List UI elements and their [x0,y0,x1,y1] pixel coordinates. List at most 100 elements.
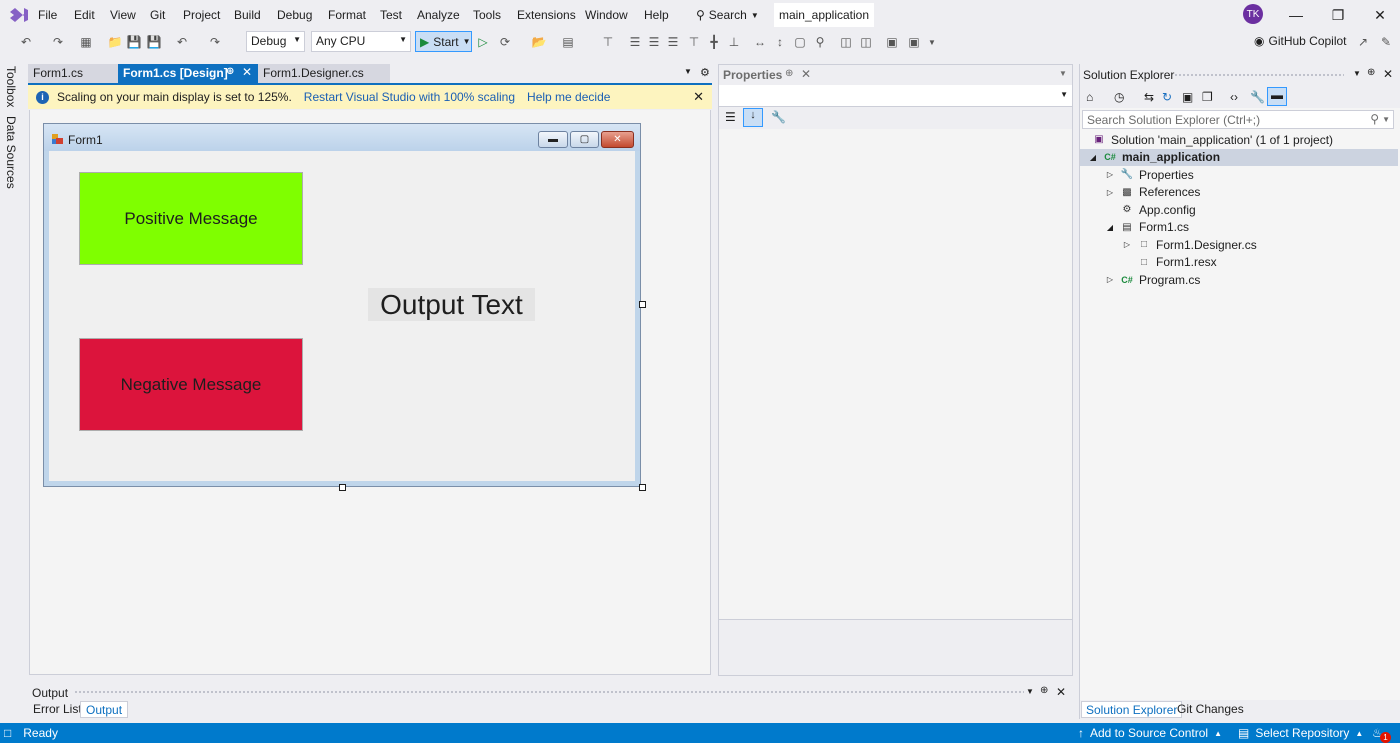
menu-extensions[interactable]: Extensions [517,8,576,22]
start-without-debugging-icon[interactable]: ▷ [475,34,491,50]
menu-build[interactable]: Build [234,8,261,22]
resize-handle-right[interactable] [639,301,646,308]
history-icon[interactable]: ◷ [1114,90,1124,104]
minimize-window-button[interactable]: — [1286,5,1306,25]
menu-help[interactable]: Help [644,8,669,22]
menu-view[interactable]: View [110,8,136,22]
redo-icon[interactable]: ↷ [207,34,223,50]
data-sources-tab[interactable]: Data Sources [4,116,18,189]
tab-git-changes[interactable]: Git Changes [1173,701,1248,718]
size-to-grid-icon[interactable]: ▢ [792,34,808,50]
wrench-icon[interactable]: 🔧 [771,110,786,124]
hot-reload-icon[interactable]: ⟳ [497,34,513,50]
feedback-icon[interactable]: ↗ [1355,34,1371,50]
live-share-icon[interactable]: ✎ [1378,34,1394,50]
start-debugging-button[interactable]: ▶ Start ▼ [415,31,472,52]
panel-options-icon[interactable]: ▼ [1353,69,1361,78]
align-bottom-icon[interactable]: ⊥ [726,34,742,50]
tab-list-dropdown-icon[interactable]: ▼ [684,67,692,76]
tree-item[interactable]: ◢ C# main_application [1080,148,1398,166]
help-me-decide-link[interactable]: Help me decide [527,90,610,104]
menu-analyze[interactable]: Analyze [417,8,460,22]
restart-100-scaling-link[interactable]: Restart Visual Studio with 100% scaling [304,90,515,104]
menu-test[interactable]: Test [380,8,402,22]
menu-project[interactable]: Project [183,8,220,22]
save-icon[interactable]: 💾 [126,34,142,50]
tree-item[interactable]: ▷ 🔧 Properties [1080,166,1398,183]
collapsed-arrow-icon[interactable]: ▷ [1105,188,1115,197]
align-top-icon[interactable]: ⊤ [686,34,702,50]
tree-item[interactable]: ▷ ▩ References [1080,184,1398,201]
gear-icon[interactable]: ⚙ [700,66,710,79]
align-left-icon[interactable]: ☰ [627,34,643,50]
menu-edit[interactable]: Edit [74,8,95,22]
categorized-icon[interactable]: ☰ [725,110,736,124]
save-all-icon[interactable]: 💾 [146,34,162,50]
tab-form1-designer-cs[interactable]: Form1.Designer.cs [258,64,390,83]
menu-tools[interactable]: Tools [473,8,501,22]
show-all-files-icon[interactable]: ❐ [1202,90,1213,104]
tree-item[interactable]: ▷ C# Program.cs [1080,271,1398,288]
navigate-back-icon[interactable]: ↶ [18,34,34,50]
form1-title-bar[interactable]: Form1 ▬ ▢ ✕ [44,124,640,151]
tree-item[interactable]: ⚙ App.config [1080,201,1398,218]
close-window-button[interactable]: ✕ [1370,5,1390,25]
toolbox-tab[interactable]: Toolbox [4,66,18,107]
form-maximize-button[interactable]: ▢ [570,131,599,148]
undo-icon[interactable]: ↶ [174,34,190,50]
horizontal-spacing-icon[interactable]: ◫ [838,34,854,50]
search-button[interactable]: ⚲ Search ▼ [690,4,765,26]
expanded-arrow-icon[interactable]: ◢ [1088,153,1098,162]
align-right-icon[interactable]: ☰ [665,34,681,50]
vertical-spacing-icon[interactable]: ◫ [858,34,874,50]
tab-form1-design[interactable]: Form1.cs [Design] ⊕ ✕ [118,64,258,83]
new-project-icon[interactable]: ▦ [78,34,94,50]
preview-selected-items-icon[interactable]: ▬ [1267,87,1287,106]
pin-icon[interactable]: ⊕ [1040,685,1048,696]
panel-options-icon[interactable]: ▼ [1059,69,1067,78]
tree-item[interactable]: □ Form1.resx [1080,254,1398,271]
tab-error-list[interactable]: Error List [28,701,87,718]
close-icon[interactable]: ✕ [801,67,811,81]
restore-window-button[interactable]: ❐ [1328,5,1348,25]
resize-handle-bottom-right[interactable] [639,484,646,491]
toolbar-overflow-icon[interactable]: ▼ [924,34,940,50]
form-close-button[interactable]: ✕ [601,131,634,148]
make-same-height-icon[interactable]: ↕ [772,34,788,50]
home-icon[interactable]: ⌂ [1086,90,1093,104]
pin-icon[interactable]: ⊕ [785,68,793,79]
browse-icon[interactable]: 📂 [531,34,547,50]
make-same-width-icon[interactable]: ↔ [752,34,768,50]
menu-debug[interactable]: Debug [277,8,312,22]
collapsed-arrow-icon[interactable]: ▷ [1105,170,1115,179]
align-icon[interactable]: ⊤ [600,34,616,50]
notifications-button[interactable]: ♨ 1 [1372,726,1391,743]
pin-icon[interactable]: ⊕ [1367,67,1375,78]
open-folder-icon[interactable]: 📁 [107,34,123,50]
tree-item[interactable]: ▣ Solution 'main_application' (1 of 1 pro… [1080,131,1398,148]
menu-format[interactable]: Format [328,8,366,22]
menu-git[interactable]: Git [150,8,165,22]
bring-to-front-icon[interactable]: ▣ [884,34,900,50]
avatar[interactable]: TK [1243,4,1263,24]
object-selector[interactable]: ▼ [719,85,1072,107]
solution-platform-select[interactable]: Any CPU ▼ [311,31,411,52]
form-minimize-button[interactable]: ▬ [538,131,568,148]
panel-options-icon[interactable]: ▼ [1026,687,1034,696]
select-repository-button[interactable]: ▤ Select Repository ▲ [1238,726,1363,740]
zoom-icon[interactable]: ⚲ [812,34,828,50]
alphabetical-icon[interactable]: ↓ [743,108,763,127]
close-icon[interactable]: ✕ [242,65,252,79]
menu-file[interactable]: File [38,8,57,22]
tab-form1-cs[interactable]: Form1.cs [28,64,118,83]
tab-output[interactable]: Output [80,701,129,718]
collapse-all-icon[interactable]: ▣ [1182,90,1193,104]
github-copilot-button[interactable]: ◉ GitHub Copilot [1254,34,1347,48]
close-icon[interactable]: ✕ [1383,67,1393,81]
positive-message-button[interactable]: Positive Message [79,172,303,265]
align-center-icon[interactable]: ☰ [646,34,662,50]
expanded-arrow-icon[interactable]: ◢ [1105,223,1115,232]
collapsed-arrow-icon[interactable]: ▷ [1105,275,1115,284]
close-icon[interactable]: ✕ [693,89,704,105]
tree-item[interactable]: ◢ ▤ Form1.cs [1080,219,1398,236]
